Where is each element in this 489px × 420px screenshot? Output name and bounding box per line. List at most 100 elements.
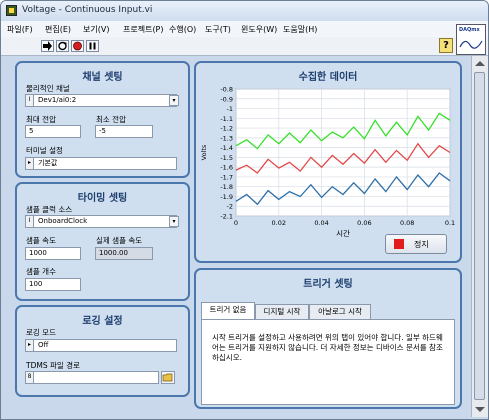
trigger-tab-content: 시작 트리거를 설정하고 사용하려면 위의 탭이 있어야 합니다. 일부 하드웨…	[201, 319, 455, 405]
y-tick-label: -1.1	[220, 115, 233, 123]
actual-rate-label: 실제 샘플 속도	[96, 236, 143, 245]
window-title: Voltage - Continuous Input.vi	[22, 5, 153, 15]
scroll-down-icon[interactable]	[475, 407, 485, 412]
terminal-ring-icon: ▸	[26, 158, 34, 169]
waveform-graph: -0.8-0.9 -1 -1.1 -1.2-1.3 -1.4 -1.5 -1.6-1.7 -1…	[200, 86, 455, 239]
title-bar[interactable]: Voltage - Continuous Input.vi	[1, 1, 488, 21]
channel-settings-panel: 채널 셋팅 물리적인 채널 I Dev1/ai0:2 ▾ 최대 전압 5 최소 …	[15, 61, 190, 178]
toolbar	[1, 37, 488, 56]
sample-rate-field[interactable]: 1000	[25, 247, 81, 260]
vi-connector-icon: DAQmx	[456, 24, 486, 55]
x-tick-label: 0.06	[357, 219, 371, 227]
logging-settings-panel: 로깅 설정 로깅 모드 ▸ Off TDMS 파일 경로 8	[15, 305, 190, 397]
physical-channel-label: 물리적인 채널	[26, 84, 70, 93]
tab-digital-start[interactable]: 디지털 시작	[255, 304, 309, 320]
physical-channel-value: Dev1/ai0:2	[38, 96, 77, 104]
tab-no-trigger[interactable]: 트리거 없음	[201, 302, 255, 320]
logging-mode-select[interactable]: ▸ Off	[25, 339, 177, 352]
tab-analog-start[interactable]: 아날로그 시작	[309, 304, 371, 320]
abort-glyph	[73, 41, 82, 51]
channel-io-icon: I	[26, 95, 34, 106]
clock-source-value: OnboardClock	[38, 217, 88, 225]
samples-per-channel-label: 샘플 개수	[26, 267, 56, 276]
y-tick-label: -1.4	[220, 144, 233, 152]
run-continuous-glyph	[58, 41, 67, 51]
vi-window: Voltage - Continuous Input.vi 파일(F) 편집(E…	[0, 0, 489, 420]
logging-mode-value: Off	[38, 341, 49, 349]
x-tick-label: 0.1	[445, 219, 455, 227]
menu-window[interactable]: 윈도우(W)	[241, 24, 277, 35]
clock-source-dropdown-icon[interactable]: ▾	[169, 216, 179, 227]
vertical-scrollbar[interactable]	[471, 56, 488, 417]
sample-rate-label: 샘플 속도	[26, 236, 56, 245]
logging-panel-title: 로깅 설정	[82, 316, 123, 327]
run-arrow-glyph	[43, 41, 52, 51]
y-tick-label: -2	[227, 203, 233, 211]
pause-glyph	[89, 42, 96, 50]
max-voltage-label: 최대 전압	[26, 115, 56, 124]
labview-app-icon	[6, 5, 17, 16]
graph-panel-title: 수집한 데이터	[298, 72, 358, 83]
pause-bars-icon[interactable]	[86, 40, 99, 52]
actual-rate-indicator: 1000.00	[95, 247, 153, 260]
y-tick-label: -1	[227, 105, 233, 113]
tdms-path-label: TDMS 파일 경로	[26, 361, 80, 370]
y-tick-label: -1.7	[220, 173, 233, 181]
menu-help[interactable]: 도움말(H)	[283, 24, 317, 35]
clock-source-field[interactable]: I OnboardClock	[25, 215, 177, 228]
y-tick-label: -1.2	[220, 125, 233, 133]
timing-settings-panel: 타이밍 셋팅 샘플 클럭 소스 I OnboardClock ▾ 샘플 속도 1…	[15, 182, 190, 301]
logging-ring-icon: ▸	[26, 340, 34, 351]
terminal-config-label: 터미널 설정	[26, 146, 63, 155]
run-continuous-icon[interactable]	[56, 40, 69, 52]
x-axis-label: 시간	[336, 228, 350, 238]
min-voltage-label: 최소 전압	[96, 115, 126, 124]
folder-glyph	[162, 373, 173, 382]
menu-edit[interactable]: 편집(E)	[45, 24, 71, 35]
clock-source-label: 샘플 클럭 소스	[26, 205, 73, 214]
y-tick-label: -1.3	[220, 134, 233, 142]
scroll-thumb[interactable]	[474, 72, 485, 400]
browse-folder-icon[interactable]	[161, 371, 175, 384]
x-tick-label: 0.08	[400, 219, 414, 227]
samples-per-channel-field[interactable]: 100	[25, 278, 81, 291]
menu-view[interactable]: 보기(V)	[83, 24, 109, 35]
y-tick-label: -1.6	[220, 164, 233, 172]
stop-label: 정지	[414, 240, 429, 249]
plot-area	[235, 88, 451, 217]
min-voltage-field[interactable]: -5	[95, 125, 153, 138]
menu-file[interactable]: 파일(F)	[7, 24, 33, 35]
y-tick-label: -2.1	[220, 213, 233, 221]
context-help-button[interactable]: ?	[439, 38, 453, 53]
physical-channel-field[interactable]: I Dev1/ai0:2	[25, 94, 177, 107]
stop-button[interactable]: 정지	[385, 234, 447, 254]
x-tick-label: 0.04	[314, 219, 328, 227]
trigger-panel-title: 트리거 셋팅	[303, 279, 353, 290]
tdms-path-field[interactable]: 8	[25, 371, 159, 384]
y-tick-label: -1.5	[220, 154, 233, 162]
abort-circle-icon[interactable]	[71, 40, 84, 52]
y-tick-label: -0.8	[220, 86, 233, 94]
y-tick-label: -1.9	[220, 193, 233, 201]
logging-mode-label: 로깅 모드	[26, 328, 56, 337]
x-tick-label: 0.02	[272, 219, 286, 227]
menu-operate[interactable]: 수행(O)	[169, 24, 196, 35]
y-tick-label: -1.8	[220, 183, 233, 191]
terminal-config-select[interactable]: ▸ 기본값	[25, 157, 177, 170]
trigger-info-text: 시작 트리거를 설정하고 사용하려면 위의 탭이 있어야 합니다. 일부 하드웨…	[212, 333, 443, 362]
clock-io-icon: I	[26, 216, 34, 227]
menu-project[interactable]: 프로젝트(P)	[123, 24, 164, 35]
y-tick-label: -0.9	[220, 95, 233, 103]
x-tick-label: 0	[234, 219, 238, 227]
timing-panel-title: 타이밍 셋팅	[77, 193, 128, 204]
physical-channel-dropdown-icon[interactable]: ▾	[169, 95, 179, 106]
y-axis-label: Volts	[200, 144, 208, 160]
run-arrow-icon[interactable]	[41, 40, 54, 52]
scroll-up-icon[interactable]	[475, 61, 485, 66]
front-panel: 채널 셋팅 물리적인 채널 I Dev1/ai0:2 ▾ 최대 전압 5 최소 …	[1, 56, 471, 414]
acquired-data-panel: 수집한 데이터 -0.8 -0.9 -1 -1.1 -1.2 -1.3 -1.4 -1.5 -1…	[194, 61, 462, 263]
max-voltage-field[interactable]: 5	[25, 125, 81, 138]
path-io-icon: 8	[26, 372, 34, 383]
channel-panel-title: 채널 셋팅	[82, 72, 123, 83]
menu-tools[interactable]: 도구(T)	[205, 24, 231, 35]
